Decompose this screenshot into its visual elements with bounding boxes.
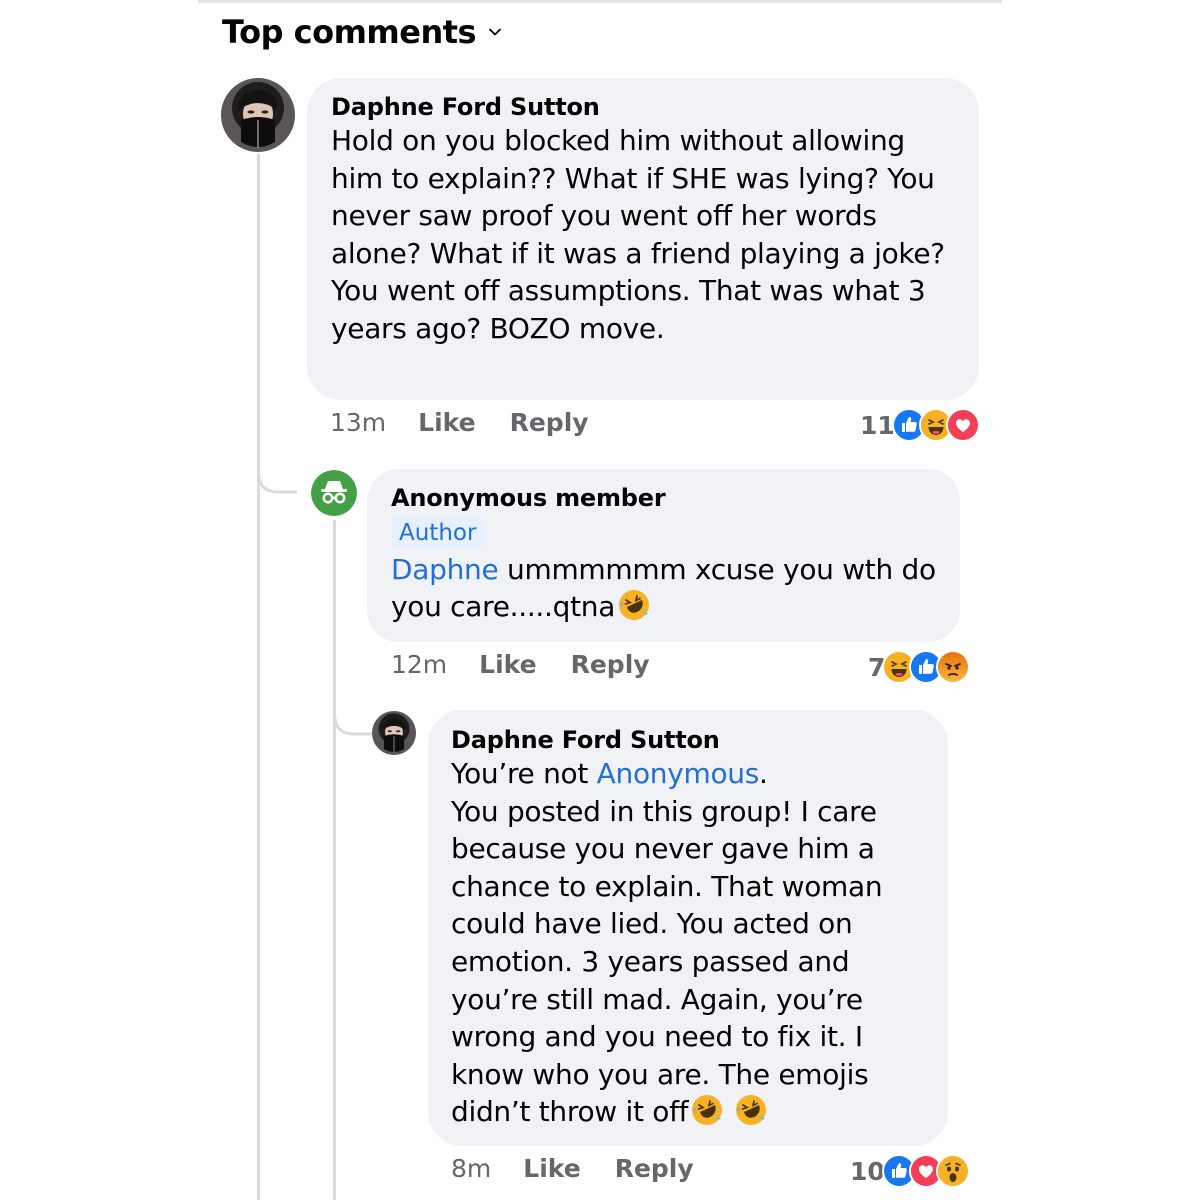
reply-bubble: Daphne Ford Sutton You’re not Anonymous.… [428,710,948,1146]
rofl-emoji-icon [692,1095,723,1126]
like-button[interactable]: Like [523,1154,580,1183]
love-reaction-icon [945,408,980,442]
thread-line [257,154,260,1200]
comment-author[interactable]: Daphne Ford Sutton [451,725,932,755]
angry-reaction-icon [936,650,971,684]
reaction-count: 11 [860,410,895,440]
like-button[interactable]: Like [418,408,475,437]
sort-title: Top comments [222,13,477,51]
reply-actions: 8m Like Reply [451,1154,694,1183]
reaction-summary[interactable]: 11 [860,408,980,442]
comments-sort-dropdown[interactable]: Top comments [222,10,502,54]
comment-timestamp[interactable]: 13m [330,408,386,437]
comment-first-line: You’re not Anonymous. [451,755,932,793]
comment-text: Hold on you blocked him without allowing… [331,124,945,345]
reply-bubble: Anonymous member Author Daphne ummmmmm x… [367,469,960,642]
comment-author[interactable]: Anonymous member [391,483,940,513]
reply-button[interactable]: Reply [571,650,650,679]
comment-timestamp[interactable]: 12m [391,650,447,679]
author-badge: Author [391,517,485,549]
anonymous-member-avatar[interactable] [311,470,357,516]
reaction-summary[interactable]: 7 [868,650,971,684]
reaction-count: 10 [850,1156,885,1186]
top-divider [198,0,1002,3]
rofl-emoji-icon [736,1095,767,1126]
comment-author[interactable]: Daphne Ford Sutton [331,92,959,122]
avatar[interactable] [372,711,416,755]
wow-reaction-icon [935,1154,970,1188]
thread-connector [257,450,297,494]
thread-line [333,520,336,1200]
comment-body: You’re not [451,757,597,790]
comment-timestamp[interactable]: 8m [451,1154,491,1183]
comment-text: You posted in this group! I care because… [451,793,932,1131]
mention-link[interactable]: Anonymous [597,757,760,790]
mention-link[interactable]: Daphne [391,553,499,586]
like-button[interactable]: Like [479,650,536,679]
comment-actions: 13m Like Reply [330,408,589,437]
reply-button[interactable]: Reply [510,408,589,437]
comment-text: Daphne ummmmmm xcuse you wth do you care… [391,551,940,625]
reaction-summary[interactable]: 10 [850,1154,970,1188]
comment-bubble: Daphne Ford Sutton Hold on you blocked h… [307,78,979,400]
reply-actions: 12m Like Reply [391,650,650,679]
reply-button[interactable]: Reply [615,1154,694,1183]
comment-body: . [759,757,768,790]
rofl-emoji-icon [619,590,650,620]
thread-connector [333,700,373,736]
avatar[interactable] [221,78,295,152]
comment-body: You posted in this group! I care because… [451,794,883,1129]
chevron-down-icon [489,28,501,36]
